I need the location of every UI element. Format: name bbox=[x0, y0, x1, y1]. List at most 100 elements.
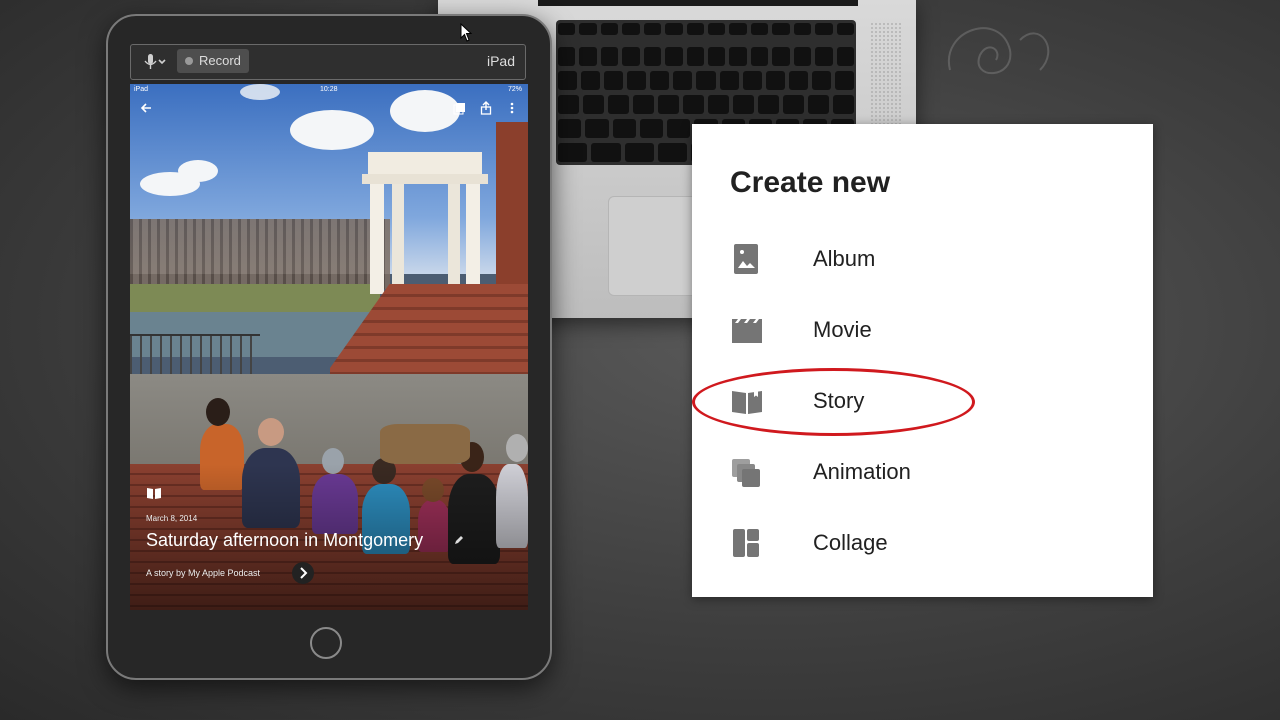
more-vert-icon[interactable] bbox=[504, 100, 520, 116]
laptop-key bbox=[783, 95, 804, 114]
laptop-key bbox=[708, 47, 726, 66]
add-to-album-icon[interactable] bbox=[452, 100, 468, 116]
laptop-key bbox=[772, 47, 790, 66]
laptop-key bbox=[639, 119, 664, 138]
decorative-swirl bbox=[947, 27, 1050, 75]
menu-item-label: Album bbox=[813, 246, 876, 271]
album-icon bbox=[734, 244, 758, 274]
menu-item-animation[interactable]: Animation bbox=[692, 443, 1153, 503]
microphone-icon[interactable] bbox=[141, 53, 169, 71]
menu-item-label: Animation bbox=[813, 459, 911, 484]
laptop-key bbox=[622, 47, 640, 66]
laptop-key bbox=[558, 119, 582, 138]
laptop-key bbox=[836, 47, 854, 66]
laptop-key bbox=[558, 47, 576, 66]
laptop-key bbox=[811, 71, 831, 90]
story-book-icon bbox=[147, 488, 161, 499]
collage-icon bbox=[733, 529, 759, 557]
laptop-key bbox=[834, 71, 854, 90]
ios-status-bar: iPad 10:28 72% bbox=[130, 84, 528, 96]
laptop-key bbox=[643, 23, 662, 35]
story-byline: A story by My Apple Podcast bbox=[146, 568, 261, 578]
laptop-key bbox=[708, 23, 726, 35]
laptop-key bbox=[591, 143, 621, 162]
movie-icon bbox=[732, 319, 762, 343]
laptop-key bbox=[833, 95, 854, 114]
laptop-key bbox=[686, 23, 704, 35]
laptop-key bbox=[696, 71, 716, 90]
home-button[interactable] bbox=[310, 627, 342, 659]
record-dot-icon bbox=[185, 56, 193, 65]
create-new-menu: Create new Album Movie Story Animation C… bbox=[692, 124, 1153, 597]
laptop-key bbox=[836, 23, 854, 35]
menu-item-label: Movie bbox=[813, 317, 872, 342]
edit-pencil-icon[interactable] bbox=[454, 535, 464, 545]
photo-pavilion bbox=[362, 152, 488, 294]
laptop-key bbox=[665, 47, 683, 66]
record-label: Record bbox=[199, 53, 241, 68]
share-icon[interactable] bbox=[478, 100, 494, 116]
laptop-key bbox=[673, 71, 693, 90]
story-date: March 8, 2014 bbox=[146, 514, 198, 523]
story-title: Saturday afternoon in Montgomery bbox=[146, 530, 424, 550]
laptop-key bbox=[788, 71, 808, 90]
laptop-key bbox=[815, 23, 833, 35]
laptop-key bbox=[750, 23, 769, 35]
ipad-device: Record iPad iPad 10:28 72% March 8, 2014… bbox=[106, 14, 552, 680]
device-name: iPad bbox=[486, 53, 515, 69]
laptop-key bbox=[600, 47, 619, 66]
laptop-key bbox=[579, 23, 597, 35]
laptop-key bbox=[815, 47, 833, 66]
laptop-key bbox=[558, 23, 576, 35]
laptop-key bbox=[772, 23, 790, 35]
laptop-key bbox=[627, 71, 647, 90]
laptop-key bbox=[585, 119, 609, 138]
mouse-cursor-icon bbox=[460, 23, 473, 42]
laptop-key bbox=[686, 47, 704, 66]
menu-item-movie[interactable]: Movie bbox=[692, 301, 1153, 361]
laptop-key bbox=[558, 71, 578, 90]
laptop-key bbox=[750, 47, 769, 66]
laptop-key bbox=[808, 95, 829, 114]
laptop-key bbox=[622, 23, 640, 35]
menu-item-label: Collage bbox=[813, 530, 888, 555]
laptop-key bbox=[581, 71, 601, 90]
recording-toolbar: Record iPad bbox=[130, 44, 526, 80]
status-battery: 72% bbox=[507, 86, 522, 93]
laptop-key bbox=[719, 71, 739, 90]
laptop-key bbox=[608, 95, 629, 114]
laptop-key bbox=[643, 47, 662, 66]
laptop-key bbox=[793, 23, 812, 35]
menu-item-album[interactable]: Album bbox=[692, 230, 1153, 290]
laptop-key bbox=[733, 95, 754, 114]
photo-trees bbox=[130, 219, 390, 289]
laptop-key bbox=[729, 23, 747, 35]
laptop-key bbox=[579, 47, 597, 66]
status-time: 10:28 bbox=[320, 86, 338, 93]
laptop-key bbox=[604, 71, 624, 90]
laptop-key bbox=[558, 95, 579, 114]
laptop-key bbox=[729, 47, 747, 66]
story-highlight-ring bbox=[692, 368, 975, 436]
next-button[interactable] bbox=[292, 562, 314, 584]
menu-item-collage[interactable]: Collage bbox=[692, 514, 1153, 574]
laptop-key bbox=[558, 143, 588, 162]
record-button[interactable]: Record bbox=[177, 49, 249, 73]
laptop-hinge bbox=[538, 0, 858, 6]
menu-title: Create new bbox=[730, 166, 891, 199]
laptop-key bbox=[793, 47, 812, 66]
photos-top-nav bbox=[130, 98, 528, 118]
laptop-key bbox=[583, 95, 604, 114]
laptop-key bbox=[742, 71, 762, 90]
laptop-key bbox=[758, 95, 779, 114]
laptop-key bbox=[667, 119, 691, 138]
photo-railing bbox=[130, 334, 260, 376]
laptop-key bbox=[633, 95, 654, 114]
laptop-key bbox=[765, 71, 785, 90]
laptop-key bbox=[650, 71, 670, 90]
laptop-key bbox=[665, 23, 683, 35]
back-arrow-icon[interactable] bbox=[138, 100, 154, 116]
laptop-key bbox=[600, 23, 619, 35]
ipad-screen: iPad 10:28 72% March 8, 2014 Saturday af… bbox=[130, 84, 528, 610]
status-carrier: iPad bbox=[134, 86, 149, 93]
